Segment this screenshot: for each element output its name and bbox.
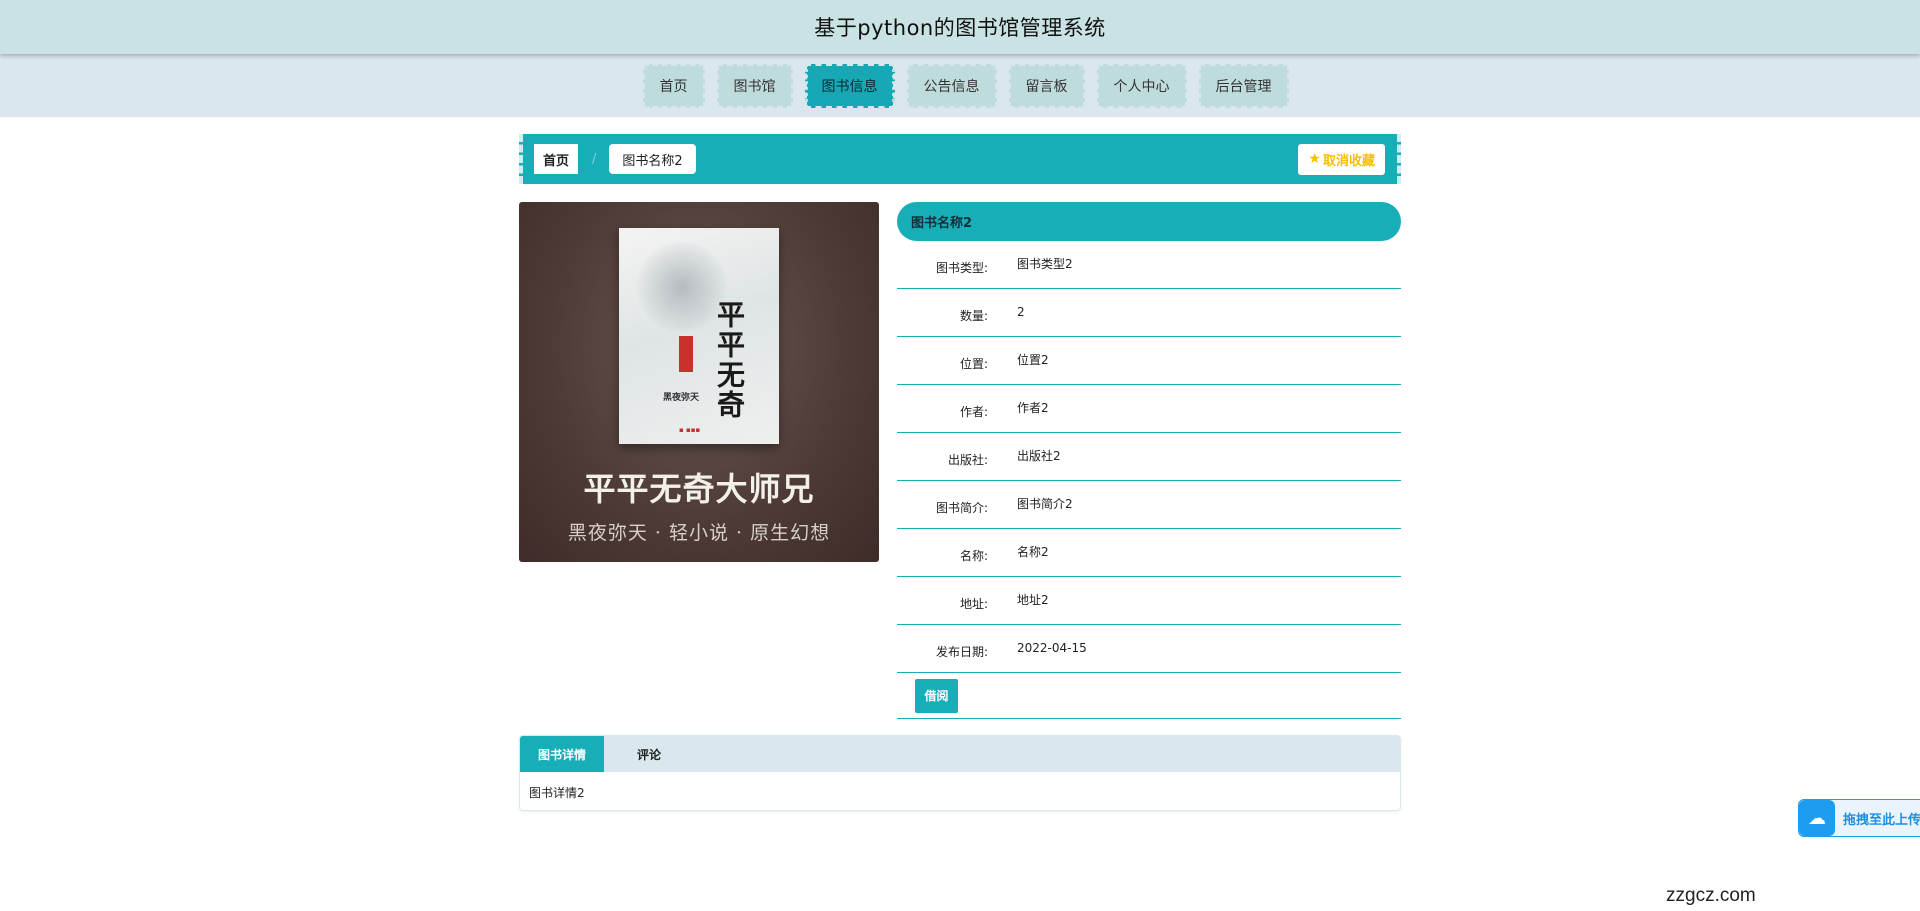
main-nav: 首页 图书馆 图书信息 公告信息 留言板 个人中心 后台管理	[0, 54, 1920, 117]
info-row-quantity: 数量: 2	[897, 289, 1401, 337]
nav-item-message-board[interactable]: 留言板	[1008, 63, 1085, 108]
info-label: 位置:	[959, 357, 988, 371]
tab-comments[interactable]: 评论	[604, 736, 694, 772]
site-header: 基于python的图书馆管理系统	[0, 0, 1920, 54]
nav-item-announcements[interactable]: 公告信息	[906, 63, 997, 108]
star-icon: ★	[1308, 151, 1321, 167]
unfavorite-label: 取消收藏	[1322, 153, 1375, 169]
cloud-upload-icon: ☁	[1799, 800, 1835, 836]
cover-vertical-title: 平平无奇	[713, 300, 746, 420]
cover-subtitle: 黑夜弥天 · 轻小说 · 原生幻想	[567, 522, 831, 544]
borrow-button[interactable]: 借阅	[915, 678, 958, 713]
info-value: 位置2	[1017, 353, 1049, 367]
drag-upload-widget[interactable]: ☁ 拖拽至此上传	[1798, 799, 1920, 837]
info-value: 图书类型2	[1017, 257, 1073, 271]
info-label: 出版社:	[947, 453, 988, 467]
cover-publisher-logo: ▪ ▪▪▪	[679, 426, 701, 434]
info-label: 发布日期:	[935, 645, 988, 659]
unfavorite-button[interactable]: ★ 取消收藏	[1298, 143, 1385, 175]
info-value: 地址2	[1017, 593, 1049, 607]
tab-content: 图书详情2	[529, 786, 585, 800]
breadcrumb-home-link[interactable]: 首页	[534, 144, 579, 174]
cover-title: 平平无奇大师兄	[583, 470, 815, 508]
info-row-location: 位置: 位置2	[897, 337, 1401, 385]
info-label: 名称:	[959, 549, 988, 563]
cover-seal	[679, 336, 693, 372]
book-info-panel: 图书名称2 图书类型: 图书类型2 数量: 2 位置: 位置2 作者: 作者2 …	[897, 202, 1401, 719]
cover-author-line: 黑夜弥天	[663, 393, 700, 403]
nav-item-admin[interactable]: 后台管理	[1198, 63, 1289, 108]
detail-tabs: 图书详情 评论 图书详情2	[519, 735, 1401, 811]
info-value: 图书简介2	[1017, 497, 1073, 511]
info-value: 2	[1017, 304, 1025, 319]
book-cover-image: 平平无奇 黑夜弥天 ▪ ▪▪▪ 平平无奇大师兄 黑夜弥天 · 轻小说 · 原生幻…	[519, 202, 879, 562]
breadcrumb-current[interactable]: 图书名称2	[609, 144, 696, 174]
info-label: 数量:	[959, 309, 988, 323]
info-value: 2022-04-15	[1017, 640, 1087, 655]
nav-item-home[interactable]: 首页	[642, 63, 705, 108]
watermark-text: zzgcz.com	[1666, 885, 1756, 906]
upload-widget-label: 拖拽至此上传	[1843, 812, 1920, 828]
info-row-author: 作者: 作者2	[897, 385, 1401, 433]
info-label: 作者:	[959, 405, 988, 419]
info-row-name: 名称: 名称2	[897, 529, 1401, 577]
info-row-publisher: 出版社: 出版社2	[897, 433, 1401, 481]
info-value: 名称2	[1017, 545, 1049, 559]
info-row-type: 图书类型: 图书类型2	[897, 241, 1401, 289]
nav-items: 首页 图书馆 图书信息 公告信息 留言板 个人中心 后台管理	[642, 63, 1289, 108]
nav-item-book-info[interactable]: 图书信息	[804, 63, 895, 108]
nav-item-library[interactable]: 图书馆	[716, 63, 793, 108]
tab-book-details[interactable]: 图书详情	[520, 736, 604, 772]
breadcrumb: 首页 / 图书名称2 ★ 取消收藏	[519, 134, 1401, 184]
tab-header: 图书详情 评论	[520, 736, 1400, 772]
info-row-summary: 图书简介: 图书简介2	[897, 481, 1401, 529]
book-name-heading: 图书名称2	[897, 202, 1401, 241]
info-value: 作者2	[1017, 401, 1049, 415]
nav-item-personal-center[interactable]: 个人中心	[1096, 63, 1187, 108]
info-label: 地址:	[959, 597, 988, 611]
info-label: 图书简介:	[935, 501, 988, 515]
info-value: 出版社2	[1017, 449, 1061, 463]
info-row-address: 地址: 地址2	[897, 577, 1401, 625]
info-row-publish-date: 发布日期: 2022-04-15	[897, 625, 1401, 673]
site-title: 基于python的图书馆管理系统	[814, 16, 1106, 40]
info-label: 图书类型:	[935, 261, 988, 275]
info-row-actions: 借阅	[897, 673, 1401, 719]
breadcrumb-separator: /	[592, 151, 597, 167]
cover-book-illustration: 平平无奇 黑夜弥天 ▪ ▪▪▪	[619, 228, 779, 444]
